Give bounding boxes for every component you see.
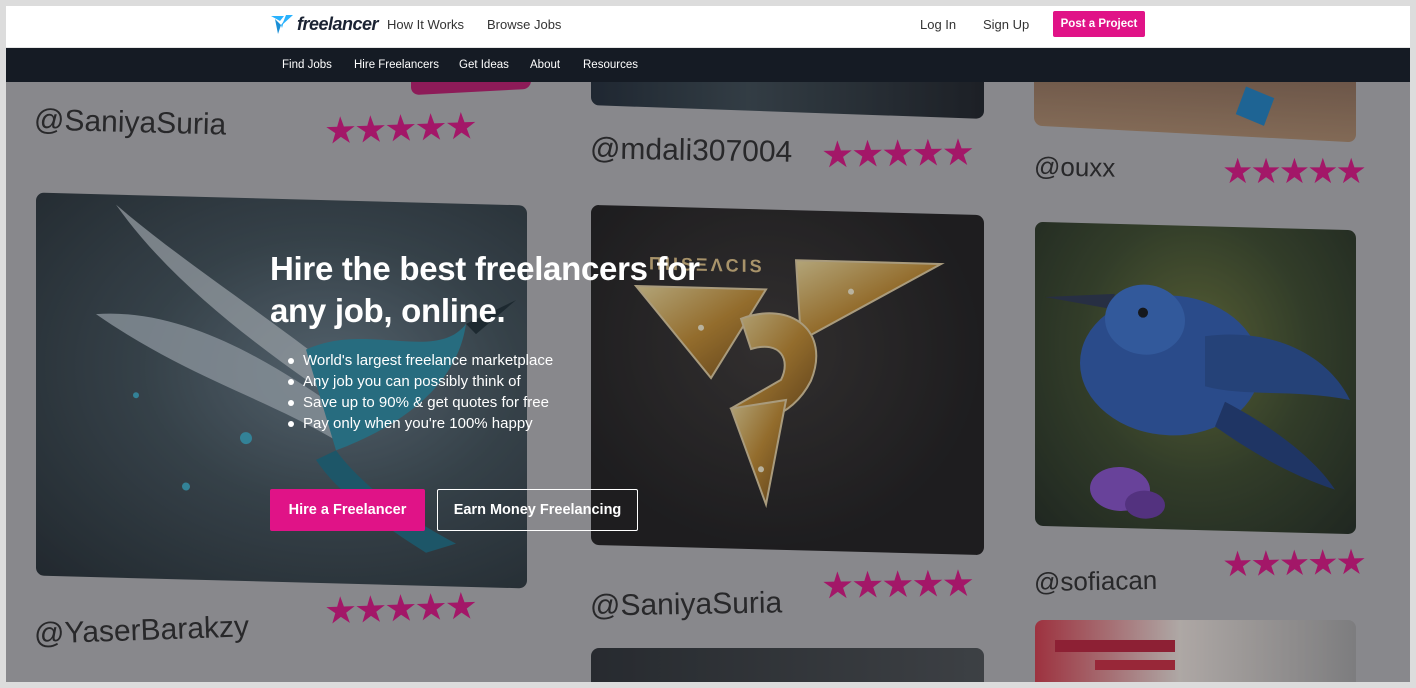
freelancer-logo[interactable]: freelancer <box>270 11 379 37</box>
freelancer-handle: @YaserBarakzy <box>33 610 250 651</box>
login-link[interactable]: Log In <box>920 17 956 32</box>
gallery-card-partial <box>1035 620 1356 682</box>
gallery-card-blue-bird <box>1035 221 1356 535</box>
subnav-get-ideas[interactable]: Get Ideas <box>459 59 509 71</box>
hero-cta-row: Hire a Freelancer Earn Money Freelancing <box>270 489 638 531</box>
blue-bird-art <box>1045 284 1350 519</box>
subnav-about[interactable]: About <box>530 59 560 71</box>
subnav-find-jobs[interactable]: Find Jobs <box>282 59 332 71</box>
gallery-card-partial <box>591 648 984 682</box>
rating-stars: ★★★★★ <box>1221 542 1365 585</box>
gallery-card-partial <box>1034 82 1356 143</box>
hero-bullet: Any job you can possibly think of <box>288 371 700 392</box>
browser-viewport: freelancer How It Works Browse Jobs Log … <box>6 6 1410 682</box>
earn-money-button[interactable]: Earn Money Freelancing <box>437 489 638 531</box>
freelancer-handle: @SaniyaSuria <box>589 586 783 623</box>
gallery-card-partial <box>411 82 531 96</box>
hero-bullet: World's largest freelance marketplace <box>288 350 700 371</box>
rating-stars: ★★★★★ <box>820 131 973 176</box>
subnav-hire-freelancers[interactable]: Hire Freelancers <box>354 59 439 71</box>
subnav-resources[interactable]: Resources <box>583 59 638 71</box>
hero-bullet: Save up to 90% & get quotes for free <box>288 392 700 413</box>
freelancer-handle: @ouxx <box>1033 151 1116 183</box>
hero-bullet: Pay only when you're 100% happy <box>288 413 700 434</box>
nav-how-it-works[interactable]: How It Works <box>387 17 464 32</box>
freelancer-handle: @mdali307004 <box>589 132 793 169</box>
signup-link[interactable]: Sign Up <box>983 17 1029 32</box>
rating-stars: ★★★★★ <box>820 562 973 607</box>
bird-logo-icon <box>271 15 293 34</box>
brand-name: freelancer <box>297 13 379 34</box>
freelancer-handle: @SaniyaSuria <box>33 103 227 142</box>
rating-stars: ★★★★★ <box>323 105 476 152</box>
rating-stars: ★★★★★ <box>1222 152 1367 191</box>
freelancer-handle: @sofiacan <box>1033 564 1158 598</box>
secondary-nav: Find Jobs Hire Freelancers Get Ideas Abo… <box>6 48 1410 82</box>
hero-section: @SaniyaSuria ★★★★★ @mdali307004 ★★★★★ @o… <box>6 82 1410 682</box>
rating-stars: ★★★★★ <box>323 585 476 632</box>
hire-freelancer-button[interactable]: Hire a Freelancer <box>270 489 425 531</box>
post-project-button[interactable]: Post a Project <box>1053 11 1145 37</box>
hero-copy: Hire the best freelancers for any job, o… <box>270 248 700 434</box>
gallery-card-partial <box>591 82 984 119</box>
nav-browse-jobs[interactable]: Browse Jobs <box>487 17 561 32</box>
hero-headline: Hire the best freelancers for any job, o… <box>270 250 700 329</box>
hero-bullet-list: World's largest freelance marketplace An… <box>288 350 700 434</box>
top-header: freelancer How It Works Browse Jobs Log … <box>6 6 1410 48</box>
